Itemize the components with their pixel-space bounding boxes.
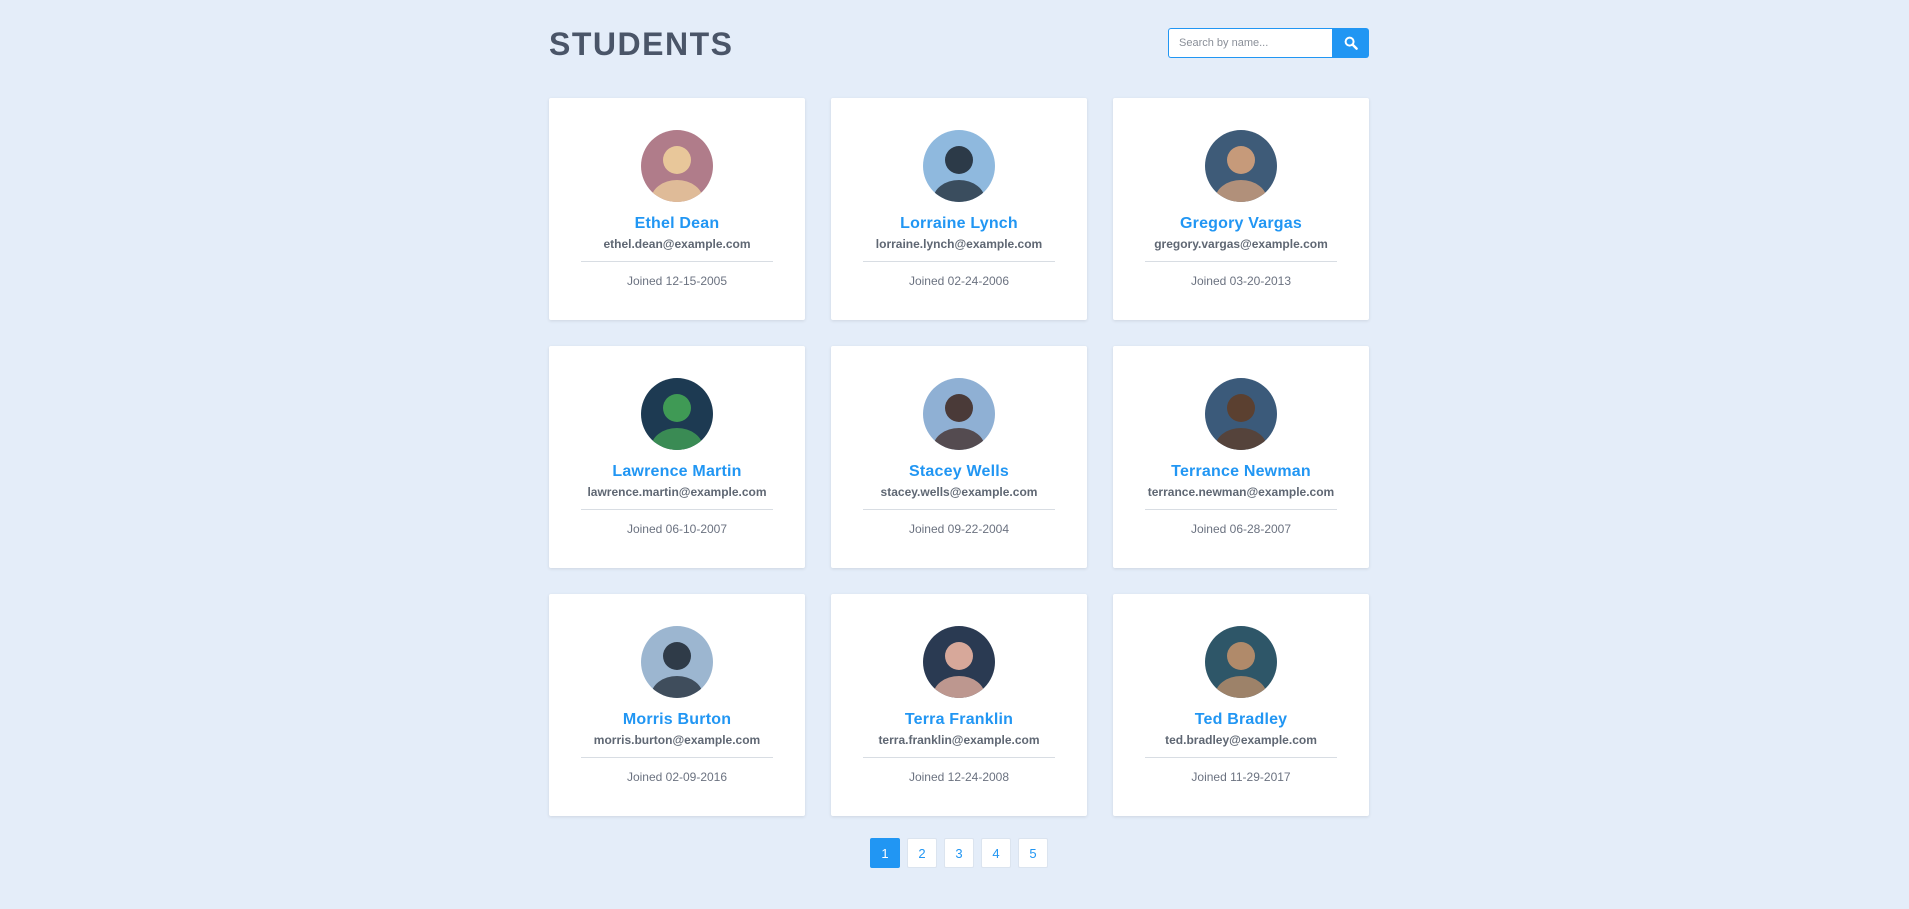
student-email: terrance.newman@example.com [1147,485,1335,499]
student-name[interactable]: Lawrence Martin [612,463,741,481]
student-card[interactable]: Lorraine Lynch lorraine.lynch@example.com… [831,98,1087,320]
page-button-5[interactable]: 5 [1018,838,1048,868]
student-card[interactable]: Terra Franklin terra.franklin@example.com… [831,594,1087,816]
page-button-2[interactable]: 2 [907,838,937,868]
search-bar [1168,28,1369,58]
joined-date: Joined 11-29-2017 [1191,770,1291,784]
student-email: lorraine.lynch@example.com [875,237,1043,251]
card-divider [1145,261,1337,262]
student-email: stacey.wells@example.com [880,485,1038,499]
page-button-1[interactable]: 1 [870,838,900,868]
joined-date: Joined 12-24-2008 [908,770,1010,784]
student-email: gregory.vargas@example.com [1154,237,1328,251]
student-email: ted.bradley@example.com [1165,733,1317,747]
student-name[interactable]: Ethel Dean [635,215,720,233]
search-input[interactable] [1168,28,1332,58]
card-divider [581,757,773,758]
student-email: morris.burton@example.com [593,733,761,747]
avatar [641,130,713,202]
student-card[interactable]: Ted Bradley ted.bradley@example.com Joined… [1113,594,1369,816]
card-divider [863,757,1055,758]
joined-date: Joined 06-28-2007 [1190,522,1292,536]
student-email: ethel.dean@example.com [603,237,751,251]
student-email: lawrence.martin@example.com [587,485,767,499]
avatar [1205,130,1277,202]
students-page: STUDENTS Ethel Dean ethel.dean@example.co… [549,0,1369,909]
avatar [641,626,713,698]
avatar [641,378,713,450]
student-name[interactable]: Lorraine Lynch [900,215,1018,233]
card-divider [1145,509,1337,510]
page-button-3[interactable]: 3 [944,838,974,868]
student-name[interactable]: Gregory Vargas [1180,215,1302,233]
avatar [923,626,995,698]
card-divider [863,261,1055,262]
card-divider [581,261,773,262]
pagination: 12345 [549,838,1369,868]
avatar [923,130,995,202]
joined-date: Joined 03-20-2013 [1190,274,1292,288]
card-divider [863,509,1055,510]
student-card[interactable]: Morris Burton morris.burton@example.com Jo… [549,594,805,816]
card-divider [1145,757,1337,758]
student-grid: Ethel Dean ethel.dean@example.com Joined 1… [549,98,1369,816]
student-name[interactable]: Ted Bradley [1195,711,1288,729]
header: STUDENTS [549,24,1369,64]
joined-date: Joined 06-10-2007 [626,522,728,536]
student-email: terra.franklin@example.com [878,733,1040,747]
search-icon [1344,36,1358,50]
card-divider [581,509,773,510]
avatar [1205,626,1277,698]
avatar [1205,378,1277,450]
page-button-4[interactable]: 4 [981,838,1011,868]
student-card[interactable]: Stacey Wells stacey.wells@example.com Join… [831,346,1087,568]
student-card[interactable]: Gregory Vargas gregory.vargas@example.com… [1113,98,1369,320]
joined-date: Joined 02-24-2006 [908,274,1010,288]
student-name[interactable]: Morris Burton [623,711,731,729]
page-title: STUDENTS [549,26,734,62]
joined-date: Joined 02-09-2016 [626,770,728,784]
student-card[interactable]: Ethel Dean ethel.dean@example.com Joined 1… [549,98,805,320]
joined-date: Joined 09-22-2004 [908,522,1010,536]
search-button[interactable] [1332,28,1369,58]
avatar [923,378,995,450]
student-name[interactable]: Stacey Wells [909,463,1009,481]
joined-date: Joined 12-15-2005 [626,274,728,288]
student-card[interactable]: Terrance Newman terrance.newman@example.c… [1113,346,1369,568]
student-name[interactable]: Terra Franklin [905,711,1013,729]
student-name[interactable]: Terrance Newman [1171,463,1311,481]
student-card[interactable]: Lawrence Martin lawrence.martin@example.c… [549,346,805,568]
